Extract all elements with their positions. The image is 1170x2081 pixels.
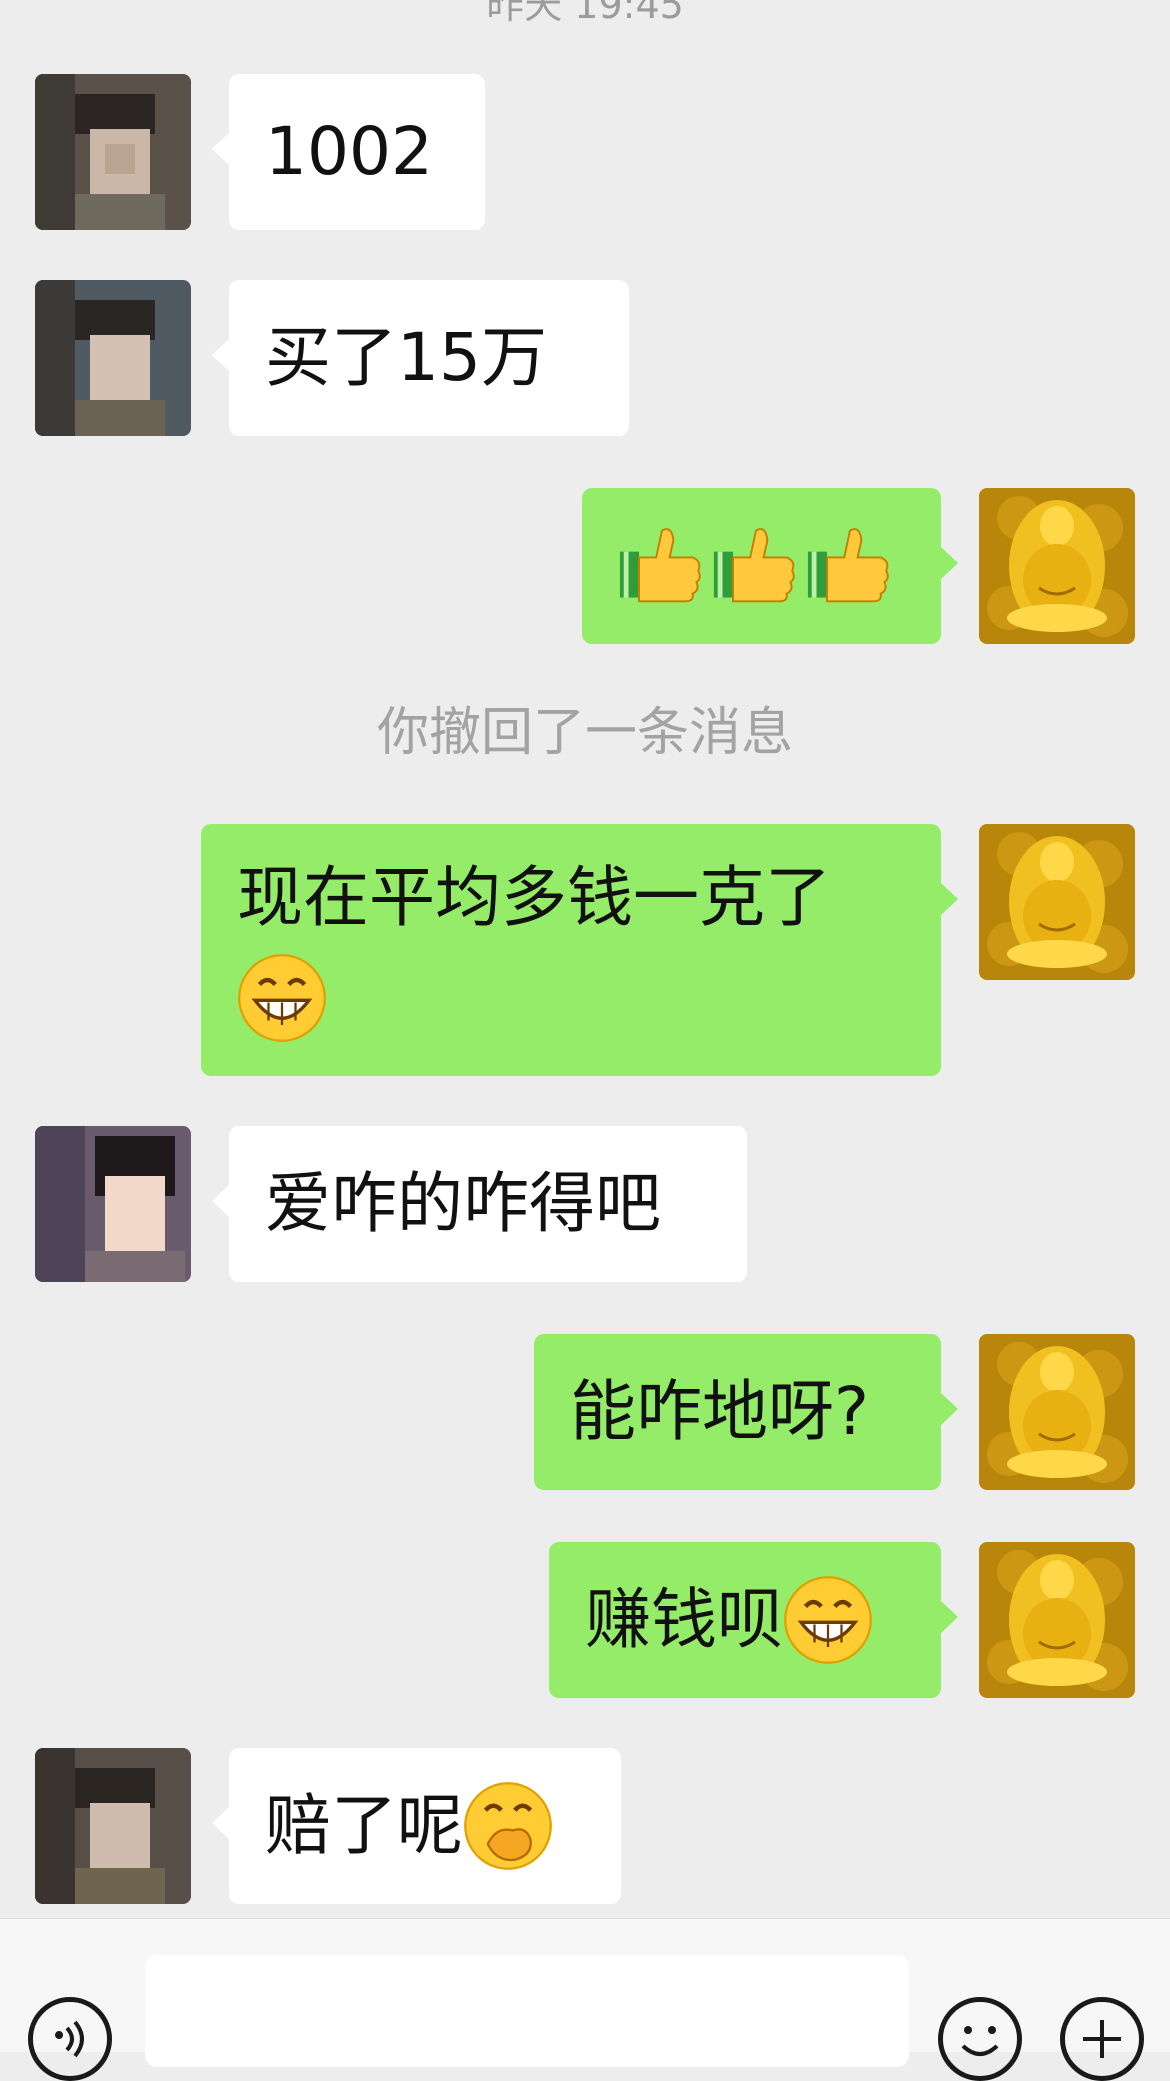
my-avatar[interactable] — [979, 1334, 1135, 1490]
thumbs-up-icon — [712, 528, 795, 603]
message-bubble-outgoing[interactable]: 能咋地呀? — [534, 1334, 958, 1490]
message-bubble-outgoing[interactable] — [582, 488, 958, 644]
contact-avatar[interactable] — [35, 1126, 191, 1282]
my-avatar[interactable] — [979, 824, 1135, 980]
plus-icon[interactable] — [1060, 1997, 1144, 2081]
my-avatar[interactable] — [979, 488, 1135, 644]
voice-icon[interactable] — [28, 1997, 112, 2081]
message-bubble-outgoing[interactable]: 赚钱呗 — [549, 1542, 958, 1698]
message-bubble-incoming[interactable]: 赔了呢 — [212, 1748, 621, 1904]
message-text: 爱咋的咋得吧 — [265, 1164, 661, 1242]
thumbs-up-icon — [806, 528, 889, 603]
contact-avatar[interactable] — [35, 1748, 191, 1904]
contact-avatar[interactable] — [35, 74, 191, 230]
grinning-face-icon — [237, 953, 327, 1043]
message-text: 现在平均多钱一克了 — [237, 859, 831, 936]
message-bubble-incoming[interactable]: 买了15万 — [212, 280, 629, 436]
chat-timestamp: 昨天 19:45 — [486, 0, 684, 27]
message-text: 1002 — [265, 112, 433, 190]
input-bar — [0, 1918, 1170, 2081]
message-text: 赔了呢 — [265, 1786, 463, 1864]
message-text: 买了15万 — [265, 318, 547, 396]
message-bubble-outgoing[interactable]: 现在平均多钱一克了 — [201, 824, 958, 1076]
emoji-icon[interactable] — [938, 1997, 1022, 2081]
my-avatar[interactable] — [979, 1542, 1135, 1698]
hand-over-mouth-icon — [463, 1781, 553, 1871]
message-bubble-incoming[interactable]: 爱咋的咋得吧 — [212, 1126, 747, 1282]
message-text: 赚钱呗 — [585, 1580, 783, 1658]
thumbs-up-icon — [618, 528, 701, 603]
message-input[interactable] — [145, 1955, 909, 2067]
contact-avatar[interactable] — [35, 280, 191, 436]
grinning-face-icon — [783, 1575, 873, 1665]
message-bubble-incoming[interactable]: 1002 — [212, 74, 485, 230]
message-text: 能咋地呀? — [570, 1372, 870, 1450]
recall-notice: 你撤回了一条消息 — [376, 703, 793, 763]
